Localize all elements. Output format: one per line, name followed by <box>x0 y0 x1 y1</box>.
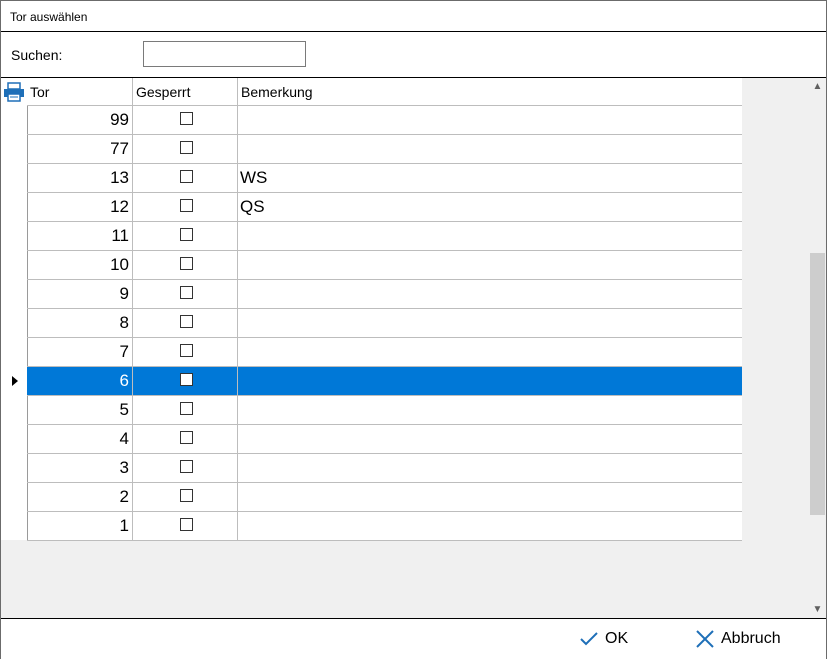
tor-cell[interactable]: 4 <box>27 425 133 453</box>
table-row[interactable]: 1 <box>27 512 742 541</box>
tor-cell[interactable]: 8 <box>27 309 133 337</box>
tor-cell[interactable]: 2 <box>27 483 133 511</box>
cancel-button[interactable]: Abbruch <box>695 627 781 651</box>
bemerkung-cell[interactable]: QS <box>238 193 742 221</box>
bemerkung-cell[interactable] <box>238 454 742 482</box>
tor-grid: Tor Gesperrt Bemerkung 99 77 13 WS 12 QS 11 10 9… <box>1 78 809 618</box>
bemerkung-cell[interactable] <box>238 222 742 250</box>
window-title: Tor auswählen <box>10 10 88 24</box>
tor-cell[interactable]: 11 <box>27 222 133 250</box>
gesperrt-cell <box>133 222 238 250</box>
gesperrt-checkbox[interactable] <box>180 141 193 154</box>
bemerkung-cell[interactable] <box>238 483 742 511</box>
row-pointer-icon <box>12 376 18 386</box>
gesperrt-checkbox[interactable] <box>180 112 193 125</box>
gesperrt-checkbox[interactable] <box>180 518 193 531</box>
title-bar: Tor auswählen <box>1 1 826 31</box>
gesperrt-cell <box>133 483 238 511</box>
table-row[interactable]: 3 <box>27 454 742 483</box>
table-row[interactable]: 7 <box>27 338 742 367</box>
gesperrt-checkbox[interactable] <box>180 460 193 473</box>
tor-cell[interactable]: 7 <box>27 338 133 366</box>
table-row[interactable]: 10 <box>27 251 742 280</box>
bemerkung-cell[interactable]: WS <box>238 164 742 192</box>
bemerkung-cell[interactable] <box>238 396 742 424</box>
cancel-button-label: Abbruch <box>721 630 781 647</box>
table-row[interactable]: 9 <box>27 280 742 309</box>
bemerkung-cell[interactable] <box>238 512 742 540</box>
table-row[interactable]: 5 <box>27 396 742 425</box>
gesperrt-checkbox[interactable] <box>180 489 193 502</box>
gesperrt-checkbox[interactable] <box>180 402 193 415</box>
table-row[interactable]: 13 WS <box>27 164 742 193</box>
gesperrt-checkbox[interactable] <box>180 315 193 328</box>
gesperrt-checkbox[interactable] <box>180 199 193 212</box>
table-row[interactable]: 11 <box>27 222 742 251</box>
scroll-down-icon[interactable]: ▼ <box>809 601 826 618</box>
tor-cell[interactable]: 10 <box>27 251 133 279</box>
scroll-up-icon[interactable]: ▲ <box>809 78 826 95</box>
close-icon <box>696 630 714 648</box>
gesperrt-cell <box>133 164 238 192</box>
tor-cell[interactable]: 6 <box>27 367 133 395</box>
gesperrt-cell <box>133 193 238 221</box>
checkmark-icon <box>580 632 598 646</box>
column-header-tor[interactable]: Tor <box>27 78 133 106</box>
vertical-scrollbar[interactable]: ▲ ▼ <box>809 78 826 618</box>
tor-cell[interactable]: 5 <box>27 396 133 424</box>
tor-cell[interactable]: 1 <box>27 512 133 540</box>
bemerkung-cell[interactable] <box>238 106 742 134</box>
search-label: Suchen: <box>11 47 63 63</box>
table-row[interactable]: 99 <box>27 106 742 135</box>
bemerkung-cell[interactable] <box>238 251 742 279</box>
button-bar: OK Abbruch <box>1 618 826 659</box>
ok-button-label: OK <box>605 630 629 647</box>
row-header-column <box>1 78 28 540</box>
table-row[interactable]: 12 QS <box>27 193 742 222</box>
gesperrt-cell <box>133 367 238 395</box>
tor-cell[interactable]: 13 <box>27 164 133 192</box>
tor-cell[interactable]: 99 <box>27 106 133 134</box>
bemerkung-cell[interactable] <box>238 309 742 337</box>
gesperrt-checkbox[interactable] <box>180 431 193 444</box>
table-row[interactable]: 2 <box>27 483 742 512</box>
tor-cell[interactable]: 3 <box>27 454 133 482</box>
gesperrt-cell <box>133 106 238 134</box>
table-row[interactable]: 77 <box>27 135 742 164</box>
gesperrt-cell <box>133 135 238 163</box>
column-header-gesperrt[interactable]: Gesperrt <box>133 78 238 106</box>
bemerkung-cell[interactable] <box>238 367 742 395</box>
gesperrt-checkbox[interactable] <box>180 228 193 241</box>
tor-cell[interactable]: 12 <box>27 193 133 221</box>
ok-button[interactable]: OK <box>579 627 628 651</box>
table-row[interactable]: 4 <box>27 425 742 454</box>
dialog-window: Tor auswählen Suchen: Tor Gesperrt Bemer… <box>0 0 827 659</box>
search-input[interactable] <box>143 41 306 67</box>
column-header-bemerkung[interactable]: Bemerkung <box>238 78 742 106</box>
tor-cell[interactable]: 9 <box>27 280 133 308</box>
tor-cell[interactable]: 77 <box>27 135 133 163</box>
scrollbar-thumb[interactable] <box>810 253 825 515</box>
gesperrt-cell <box>133 280 238 308</box>
gesperrt-cell <box>133 309 238 337</box>
table-row[interactable]: 6 <box>27 367 742 396</box>
bemerkung-cell[interactable] <box>238 135 742 163</box>
table-row[interactable]: 8 <box>27 309 742 338</box>
bemerkung-cell[interactable] <box>238 338 742 366</box>
gesperrt-checkbox[interactable] <box>180 373 193 386</box>
gesperrt-cell <box>133 338 238 366</box>
gesperrt-cell <box>133 251 238 279</box>
gesperrt-cell <box>133 425 238 453</box>
bemerkung-cell[interactable] <box>238 280 742 308</box>
printer-icon[interactable] <box>3 82 25 102</box>
gesperrt-checkbox[interactable] <box>180 257 193 270</box>
gesperrt-cell <box>133 454 238 482</box>
bemerkung-cell[interactable] <box>238 425 742 453</box>
gesperrt-cell <box>133 396 238 424</box>
search-panel: Suchen: <box>1 31 826 78</box>
gesperrt-checkbox[interactable] <box>180 286 193 299</box>
gesperrt-checkbox[interactable] <box>180 344 193 357</box>
gesperrt-checkbox[interactable] <box>180 170 193 183</box>
gesperrt-cell <box>133 512 238 540</box>
